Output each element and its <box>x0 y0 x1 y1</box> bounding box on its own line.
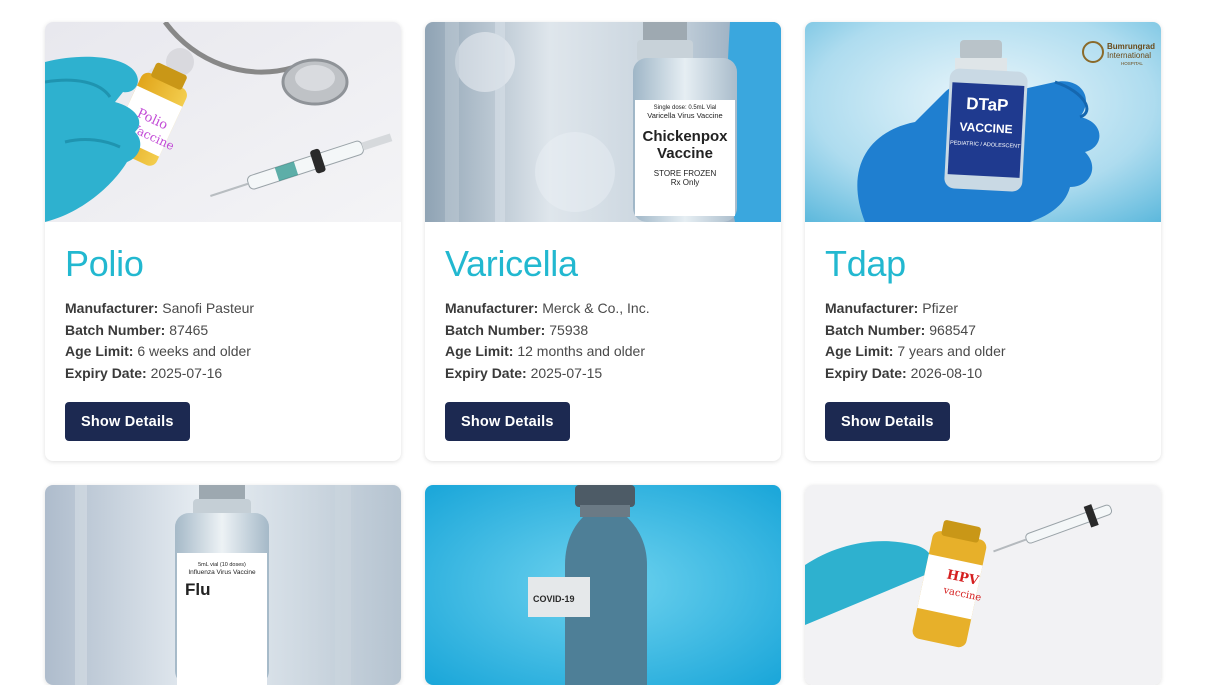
batch-value: 968547 <box>929 321 976 338</box>
vaccine-info: Manufacturer: Pfizer Batch Number: 96854… <box>825 298 1141 384</box>
vial-label: Rx Only <box>671 178 699 187</box>
vaccine-image: COVID-19 <box>425 485 781 685</box>
vial-label: VACCINE <box>959 120 1013 137</box>
manufacturer-value: Sanofi Pasteur <box>162 300 255 316</box>
manufacturer-row: Manufacturer: Sanofi Pasteur <box>65 298 381 320</box>
vaccine-card: Single dose: 0.5mL Vial Varicella Virus … <box>425 22 781 461</box>
expiry-value: 2025-07-15 <box>530 364 603 381</box>
vaccine-info: Manufacturer: Sanofi Pasteur Batch Numbe… <box>65 298 381 384</box>
expiry-value: 2025-07-16 <box>150 364 223 381</box>
manufacturer-label: Manufacturer: <box>65 300 159 316</box>
hospital-logo-text: HOSPITAL <box>1121 61 1143 66</box>
vial-label: Vaccine <box>657 145 713 162</box>
vaccine-card: COVID-19 <box>425 485 781 685</box>
vial-label: Influenza Virus Vaccine <box>188 569 256 576</box>
vial-label: DTaP <box>966 94 1009 115</box>
batch-value: 75938 <box>549 321 589 338</box>
vial-label: STORE FROZEN <box>654 169 717 178</box>
vaccine-image: Polio Vaccine <box>45 22 401 222</box>
vaccine-card: 5mL vial (10 doses) Influenza Virus Vacc… <box>45 485 401 685</box>
vial-label: 5mL vial (10 doses) <box>198 562 246 568</box>
expiry-label: Expiry Date: <box>445 364 527 381</box>
age-value: 6 weeks and older <box>137 343 251 360</box>
vial-label: Varicella Virus Vaccine <box>647 111 722 120</box>
vaccine-name: Varicella <box>445 243 578 284</box>
vaccine-image: HPV vaccine <box>805 485 1161 685</box>
batch-row: Batch Number: 75938 <box>445 320 761 342</box>
vaccine-name: Tdap <box>825 243 906 284</box>
vaccine-info: Manufacturer: Merck & Co., Inc. Batch Nu… <box>445 298 761 384</box>
hospital-logo-text: Bumrungrad <box>1107 42 1155 51</box>
vaccine-image: Single dose: 0.5mL Vial Varicella Virus … <box>425 22 781 222</box>
expiry-row: Expiry Date: 2026-08-10 <box>825 363 1141 385</box>
age-label: Age Limit: <box>825 343 894 360</box>
vial-label: COVID-19 <box>533 594 575 604</box>
age-row: Age Limit: 6 weeks and older <box>65 341 381 363</box>
expiry-row: Expiry Date: 2025-07-16 <box>65 363 381 385</box>
vaccine-image: 5mL vial (10 doses) Influenza Virus Vacc… <box>45 485 401 685</box>
manufacturer-label: Manufacturer: <box>825 300 919 316</box>
age-label: Age Limit: <box>65 343 134 360</box>
manufacturer-row: Manufacturer: Pfizer <box>825 298 1141 320</box>
batch-label: Batch Number: <box>825 321 926 338</box>
age-value: 7 years and older <box>897 343 1006 360</box>
manufacturer-row: Manufacturer: Merck & Co., Inc. <box>445 298 761 320</box>
show-details-button[interactable]: Show Details <box>825 402 950 441</box>
batch-label: Batch Number: <box>65 321 166 338</box>
vaccine-card: DTaP VACCINE PEDIATRIC / ADOLESCENT Bumr… <box>805 22 1161 461</box>
batch-label: Batch Number: <box>445 321 546 338</box>
expiry-label: Expiry Date: <box>825 364 907 381</box>
expiry-row: Expiry Date: 2025-07-15 <box>445 363 761 385</box>
vaccine-image: DTaP VACCINE PEDIATRIC / ADOLESCENT Bumr… <box>805 22 1161 222</box>
show-details-button[interactable]: Show Details <box>65 402 190 441</box>
vaccine-card: HPV vaccine <box>805 485 1161 685</box>
age-value: 12 months and older <box>517 343 645 360</box>
batch-value: 87465 <box>169 321 209 338</box>
manufacturer-label: Manufacturer: <box>445 300 539 316</box>
vaccine-name: Polio <box>65 243 144 284</box>
vaccine-card: Polio Vaccine Polio Manufacturer: Sanofi… <box>45 22 401 461</box>
hospital-logo-text: International <box>1107 51 1151 60</box>
expiry-label: Expiry Date: <box>65 364 147 381</box>
batch-row: Batch Number: 87465 <box>65 320 381 342</box>
vial-label: Chickenpox <box>642 128 728 145</box>
manufacturer-value: Merck & Co., Inc. <box>542 300 650 316</box>
age-row: Age Limit: 7 years and older <box>825 341 1141 363</box>
age-label: Age Limit: <box>445 343 514 360</box>
batch-row: Batch Number: 968547 <box>825 320 1141 342</box>
show-details-button[interactable]: Show Details <box>445 402 570 441</box>
age-row: Age Limit: 12 months and older <box>445 341 761 363</box>
vial-label: Flu <box>185 580 211 599</box>
manufacturer-value: Pfizer <box>922 300 959 316</box>
expiry-value: 2026-08-10 <box>910 364 983 381</box>
